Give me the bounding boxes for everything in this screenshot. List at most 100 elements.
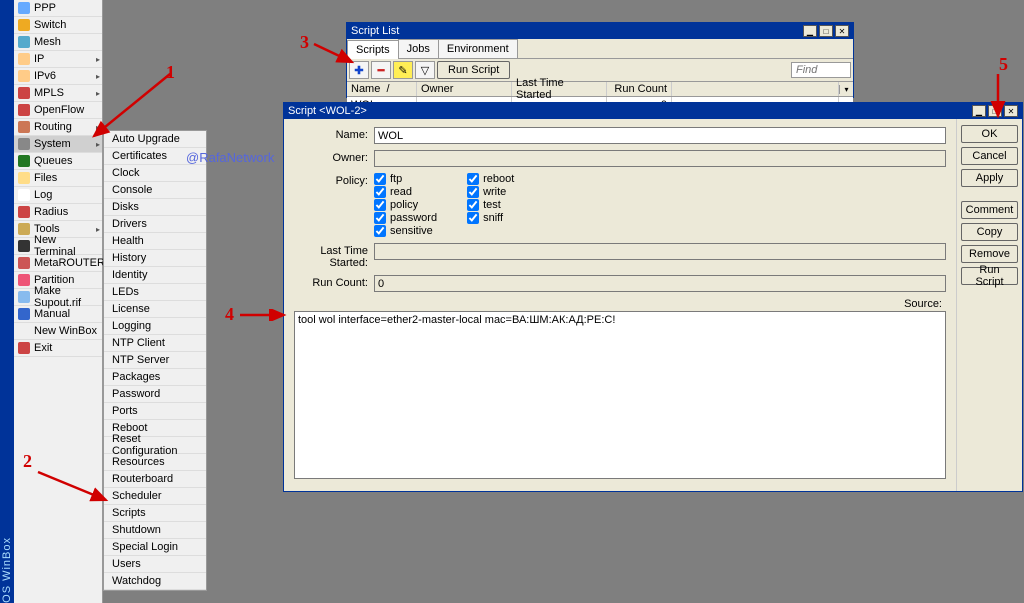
menu-item-openflow[interactable]: OpenFlow	[14, 102, 102, 119]
ok-button[interactable]: OK	[961, 125, 1018, 143]
policy-sniff-checkbox[interactable]	[467, 212, 479, 224]
remove-button[interactable]: ━	[371, 61, 391, 79]
submenu-item-clock[interactable]: Clock	[104, 165, 206, 182]
policy-policy[interactable]: policy	[374, 199, 437, 211]
menu-item-ip[interactable]: IP▸	[14, 51, 102, 68]
menu-item-new-winbox[interactable]: New WinBox	[14, 323, 102, 340]
run-script-button[interactable]: Run Script	[961, 267, 1018, 285]
tab-environment[interactable]: Environment	[438, 39, 518, 58]
submenu-item-scripts[interactable]: Scripts	[104, 505, 206, 522]
submenu-item-password[interactable]: Password	[104, 386, 206, 403]
policy-write[interactable]: write	[467, 186, 514, 198]
submenu-item-ntp-client[interactable]: NTP Client	[104, 335, 206, 352]
menu-icon	[18, 104, 30, 116]
copy-button[interactable]: Copy	[961, 223, 1018, 241]
comment-button[interactable]: ✎	[393, 61, 413, 79]
menu-item-metarouter[interactable]: MetaROUTER	[14, 255, 102, 272]
policy-read[interactable]: read	[374, 186, 437, 198]
tab-jobs[interactable]: Jobs	[398, 39, 439, 58]
remove-button[interactable]: Remove	[961, 245, 1018, 263]
policy-write-checkbox[interactable]	[467, 186, 479, 198]
submenu-item-identity[interactable]: Identity	[104, 267, 206, 284]
cancel-button[interactable]: Cancel	[961, 147, 1018, 165]
close-button[interactable]: ✕	[835, 25, 849, 37]
run-count-field	[374, 275, 946, 292]
menu-item-label: Log	[34, 189, 52, 201]
app-vertical-label: OS WinBox	[1, 529, 13, 603]
submenu-item-special-login[interactable]: Special Login	[104, 539, 206, 556]
maximize-button[interactable]: □	[988, 105, 1002, 117]
submenu-item-shutdown[interactable]: Shutdown	[104, 522, 206, 539]
source-textarea[interactable]	[294, 311, 946, 479]
submenu-item-reset-configuration[interactable]: Reset Configuration	[104, 437, 206, 454]
menu-item-queues[interactable]: Queues	[14, 153, 102, 170]
menu-item-switch[interactable]: Switch	[14, 17, 102, 34]
menu-item-manual[interactable]: Manual	[14, 306, 102, 323]
script-list-title: Script List	[351, 25, 801, 37]
policy-test-checkbox[interactable]	[467, 199, 479, 211]
submenu-item-scheduler[interactable]: Scheduler	[104, 488, 206, 505]
policy-ftp-checkbox[interactable]	[374, 173, 386, 185]
menu-icon	[18, 325, 30, 337]
label-source: Source:	[294, 298, 946, 310]
run-script-button[interactable]: Run Script	[437, 61, 510, 79]
policy-test[interactable]: test	[467, 199, 514, 211]
menu-item-ppp[interactable]: PPP	[14, 0, 102, 17]
submenu-item-watchdog[interactable]: Watchdog	[104, 573, 206, 590]
submenu-item-history[interactable]: History	[104, 250, 206, 267]
submenu-item-console[interactable]: Console	[104, 182, 206, 199]
add-button[interactable]: ✚	[349, 61, 369, 79]
submenu-item-routerboard[interactable]: Routerboard	[104, 471, 206, 488]
submenu-item-ports[interactable]: Ports	[104, 403, 206, 420]
submenu-item-logging[interactable]: Logging	[104, 318, 206, 335]
filter-button[interactable]: ▽	[415, 61, 435, 79]
menu-item-exit[interactable]: Exit	[14, 340, 102, 357]
submenu-item-ntp-server[interactable]: NTP Server	[104, 352, 206, 369]
annotation-5: 5	[999, 54, 1008, 75]
menu-icon	[18, 138, 30, 150]
menu-item-mpls[interactable]: MPLS▸	[14, 85, 102, 102]
menu-item-new-terminal[interactable]: New Terminal	[14, 238, 102, 255]
submenu-item-drivers[interactable]: Drivers	[104, 216, 206, 233]
script-edit-titlebar[interactable]: Script <WOL-2> ▁ □ ✕	[284, 103, 1022, 119]
menu-item-ipv6[interactable]: IPv6▸	[14, 68, 102, 85]
submenu-item-auto-upgrade[interactable]: Auto Upgrade	[104, 131, 206, 148]
name-input[interactable]	[374, 127, 946, 144]
close-button[interactable]: ✕	[1004, 105, 1018, 117]
find-input[interactable]	[791, 62, 851, 78]
apply-button[interactable]: Apply	[961, 169, 1018, 187]
tab-scripts[interactable]: Scripts	[347, 40, 399, 59]
menu-item-mesh[interactable]: Mesh	[14, 34, 102, 51]
submenu-item-leds[interactable]: LEDs	[104, 284, 206, 301]
submenu-item-health[interactable]: Health	[104, 233, 206, 250]
script-edit-form: Name: Owner: Policy: ftpreadpolicypasswo…	[284, 119, 956, 491]
menu-item-make-supout-rif[interactable]: Make Supout.rif	[14, 289, 102, 306]
policy-sniff[interactable]: sniff	[467, 212, 514, 224]
submenu-item-license[interactable]: License	[104, 301, 206, 318]
minimize-button[interactable]: ▁	[972, 105, 986, 117]
maximize-button[interactable]: □	[819, 25, 833, 37]
policy-policy-checkbox[interactable]	[374, 199, 386, 211]
comment-button[interactable]: Comment	[961, 201, 1018, 219]
policy-read-checkbox[interactable]	[374, 186, 386, 198]
submenu-item-disks[interactable]: Disks	[104, 199, 206, 216]
minimize-button[interactable]: ▁	[803, 25, 817, 37]
policy-policy-label: policy	[390, 199, 418, 211]
policy-password[interactable]: password	[374, 212, 437, 224]
policy-reboot-checkbox[interactable]	[467, 173, 479, 185]
policy-sensitive[interactable]: sensitive	[374, 225, 437, 237]
menu-item-log[interactable]: Log	[14, 187, 102, 204]
script-list-titlebar[interactable]: Script List ▁ □ ✕	[347, 23, 853, 39]
submenu-item-users[interactable]: Users	[104, 556, 206, 573]
columns-dropdown[interactable]: ▾	[839, 85, 853, 94]
policy-ftp[interactable]: ftp	[374, 173, 437, 185]
submenu-item-packages[interactable]: Packages	[104, 369, 206, 386]
grid-header[interactable]: Name / Owner Last Time Started Run Count…	[347, 82, 853, 97]
policy-reboot[interactable]: reboot	[467, 173, 514, 185]
menu-item-routing[interactable]: Routing▸	[14, 119, 102, 136]
policy-password-checkbox[interactable]	[374, 212, 386, 224]
policy-sensitive-checkbox[interactable]	[374, 225, 386, 237]
menu-item-radius[interactable]: Radius	[14, 204, 102, 221]
menu-item-system[interactable]: System▸	[14, 136, 102, 153]
menu-item-files[interactable]: Files	[14, 170, 102, 187]
